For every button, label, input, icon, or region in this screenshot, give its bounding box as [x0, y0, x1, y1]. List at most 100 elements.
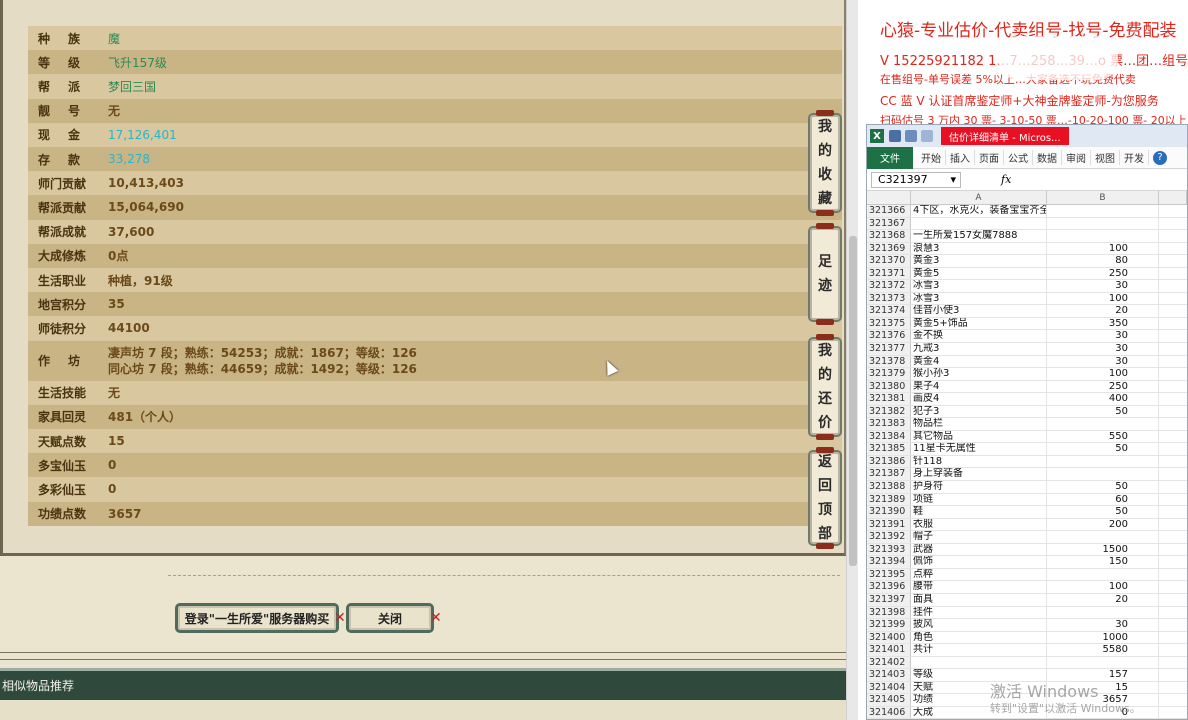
cell-c[interactable]: [1159, 318, 1187, 330]
cell-b[interactable]: 30: [1047, 343, 1159, 355]
row-number[interactable]: 321373: [867, 292, 911, 305]
row-number[interactable]: 321368: [867, 230, 911, 242]
column-header-a[interactable]: A: [911, 191, 1047, 204]
scrollbar-thumb[interactable]: [849, 236, 857, 566]
cell-b[interactable]: 50: [1047, 506, 1159, 518]
row-number[interactable]: 321366: [867, 205, 911, 217]
row-number[interactable]: 321369: [867, 242, 911, 255]
row-number[interactable]: 321390: [867, 506, 911, 518]
name-box[interactable]: C321397 ▾: [871, 171, 961, 188]
cell-a[interactable]: 佳音小使3: [911, 305, 1047, 317]
row-number[interactable]: 321405: [867, 694, 911, 706]
cell-a[interactable]: 物品栏: [911, 418, 1047, 430]
cell-a[interactable]: 猴小孙3: [911, 368, 1047, 380]
row-number[interactable]: 321367: [867, 217, 911, 230]
side-button[interactable]: 返回顶部: [808, 447, 842, 549]
tab-file[interactable]: 文件: [867, 146, 913, 169]
cell-a[interactable]: 黄金5: [911, 267, 1047, 280]
row-number[interactable]: 321401: [867, 644, 911, 656]
cell-b[interactable]: 200: [1047, 518, 1159, 531]
cell-b[interactable]: 50: [1047, 443, 1159, 455]
cell-a[interactable]: 鞋: [911, 506, 1047, 518]
cell-b[interactable]: 30: [1047, 330, 1159, 343]
cell-c[interactable]: [1159, 330, 1187, 342]
login-server-buy-button[interactable]: 登录"一生所爱"服务器购买: [175, 603, 339, 633]
cell-a[interactable]: 挂件: [911, 606, 1047, 619]
row-number[interactable]: 321375: [867, 317, 911, 330]
cell-a[interactable]: 冰雪3: [911, 280, 1047, 292]
cell-a[interactable]: 画皮4: [911, 393, 1047, 405]
cell-c[interactable]: [1159, 481, 1187, 493]
cell-a[interactable]: 果子4: [911, 380, 1047, 393]
cell-a[interactable]: 身上穿装备: [911, 468, 1047, 481]
row-number[interactable]: 321389: [867, 493, 911, 506]
cell-c[interactable]: [1159, 255, 1187, 267]
cell-c[interactable]: [1159, 544, 1187, 556]
row-number[interactable]: 321387: [867, 468, 911, 481]
cell-c[interactable]: [1159, 644, 1187, 656]
redo-icon[interactable]: [921, 130, 933, 142]
row-number[interactable]: 321388: [867, 481, 911, 493]
row-number[interactable]: 321396: [867, 581, 911, 593]
cell-b[interactable]: [1047, 531, 1159, 543]
cell-a[interactable]: 腰带: [911, 581, 1047, 593]
cell-c[interactable]: [1159, 305, 1187, 317]
row-number[interactable]: 321384: [867, 430, 911, 443]
row-number[interactable]: 321382: [867, 405, 911, 418]
cell-c[interactable]: [1159, 368, 1187, 380]
cell-c[interactable]: [1159, 393, 1187, 405]
cell-c[interactable]: [1159, 556, 1187, 568]
row-number[interactable]: 321399: [867, 619, 911, 631]
row-number[interactable]: 321404: [867, 681, 911, 694]
cell-a[interactable]: 点粹: [911, 568, 1047, 581]
cell-b[interactable]: 350: [1047, 317, 1159, 330]
cell-c[interactable]: [1159, 381, 1187, 393]
cell-a[interactable]: 其它物品: [911, 430, 1047, 443]
ribbon-tab[interactable]: 公式: [1004, 150, 1033, 165]
cell-c[interactable]: [1159, 343, 1187, 355]
cell-c[interactable]: [1159, 707, 1187, 719]
cell-b[interactable]: [1047, 568, 1159, 581]
cell-a[interactable]: 黄金4: [911, 355, 1047, 368]
cell-a[interactable]: 黄金3: [911, 255, 1047, 267]
side-button[interactable]: 我的收藏: [808, 110, 842, 216]
row-number[interactable]: 321372: [867, 280, 911, 292]
cell-b[interactable]: 400: [1047, 393, 1159, 405]
row-number[interactable]: 321380: [867, 380, 911, 393]
cell-c[interactable]: [1159, 218, 1187, 230]
cell-a[interactable]: 帽子: [911, 531, 1047, 543]
row-number[interactable]: 321400: [867, 631, 911, 644]
row-number[interactable]: 321374: [867, 305, 911, 317]
cell-b[interactable]: 550: [1047, 430, 1159, 443]
cell-b[interactable]: 30: [1047, 619, 1159, 631]
cell-c[interactable]: [1159, 456, 1187, 468]
cell-c[interactable]: [1159, 506, 1187, 518]
cell-b[interactable]: [1047, 606, 1159, 619]
cell-a[interactable]: 一生所爱157女魔7888: [911, 230, 1047, 242]
cell-b[interactable]: [1047, 217, 1159, 230]
cell-c[interactable]: [1159, 468, 1187, 480]
help-icon[interactable]: ?: [1153, 150, 1167, 165]
cell-c[interactable]: [1159, 657, 1187, 669]
row-number[interactable]: 321398: [867, 606, 911, 619]
cell-b[interactable]: 250: [1047, 380, 1159, 393]
row-number[interactable]: 321397: [867, 593, 911, 606]
cell-b[interactable]: 60: [1047, 493, 1159, 506]
cell-c[interactable]: [1159, 431, 1187, 443]
row-number[interactable]: 321402: [867, 656, 911, 669]
cell-c[interactable]: [1159, 280, 1187, 292]
cell-b[interactable]: [1047, 418, 1159, 430]
cell-a[interactable]: 披风: [911, 619, 1047, 631]
cell-a[interactable]: 护身符: [911, 481, 1047, 493]
cell-b[interactable]: 1500: [1047, 543, 1159, 556]
cell-a[interactable]: 武器: [911, 543, 1047, 556]
cell-c[interactable]: [1159, 607, 1187, 619]
cell-c[interactable]: [1159, 356, 1187, 368]
row-number[interactable]: 321376: [867, 330, 911, 343]
sheet-grid[interactable]: 321366 4下区，水克火，装备宝宝齐全 321367 321368 一生所爱157女…: [867, 205, 1187, 719]
chevron-down-icon[interactable]: ▾: [950, 173, 956, 186]
cell-c[interactable]: [1159, 205, 1187, 217]
cell-a[interactable]: [911, 217, 1047, 230]
cell-c[interactable]: [1159, 418, 1187, 430]
column-header-b[interactable]: B: [1047, 191, 1159, 204]
